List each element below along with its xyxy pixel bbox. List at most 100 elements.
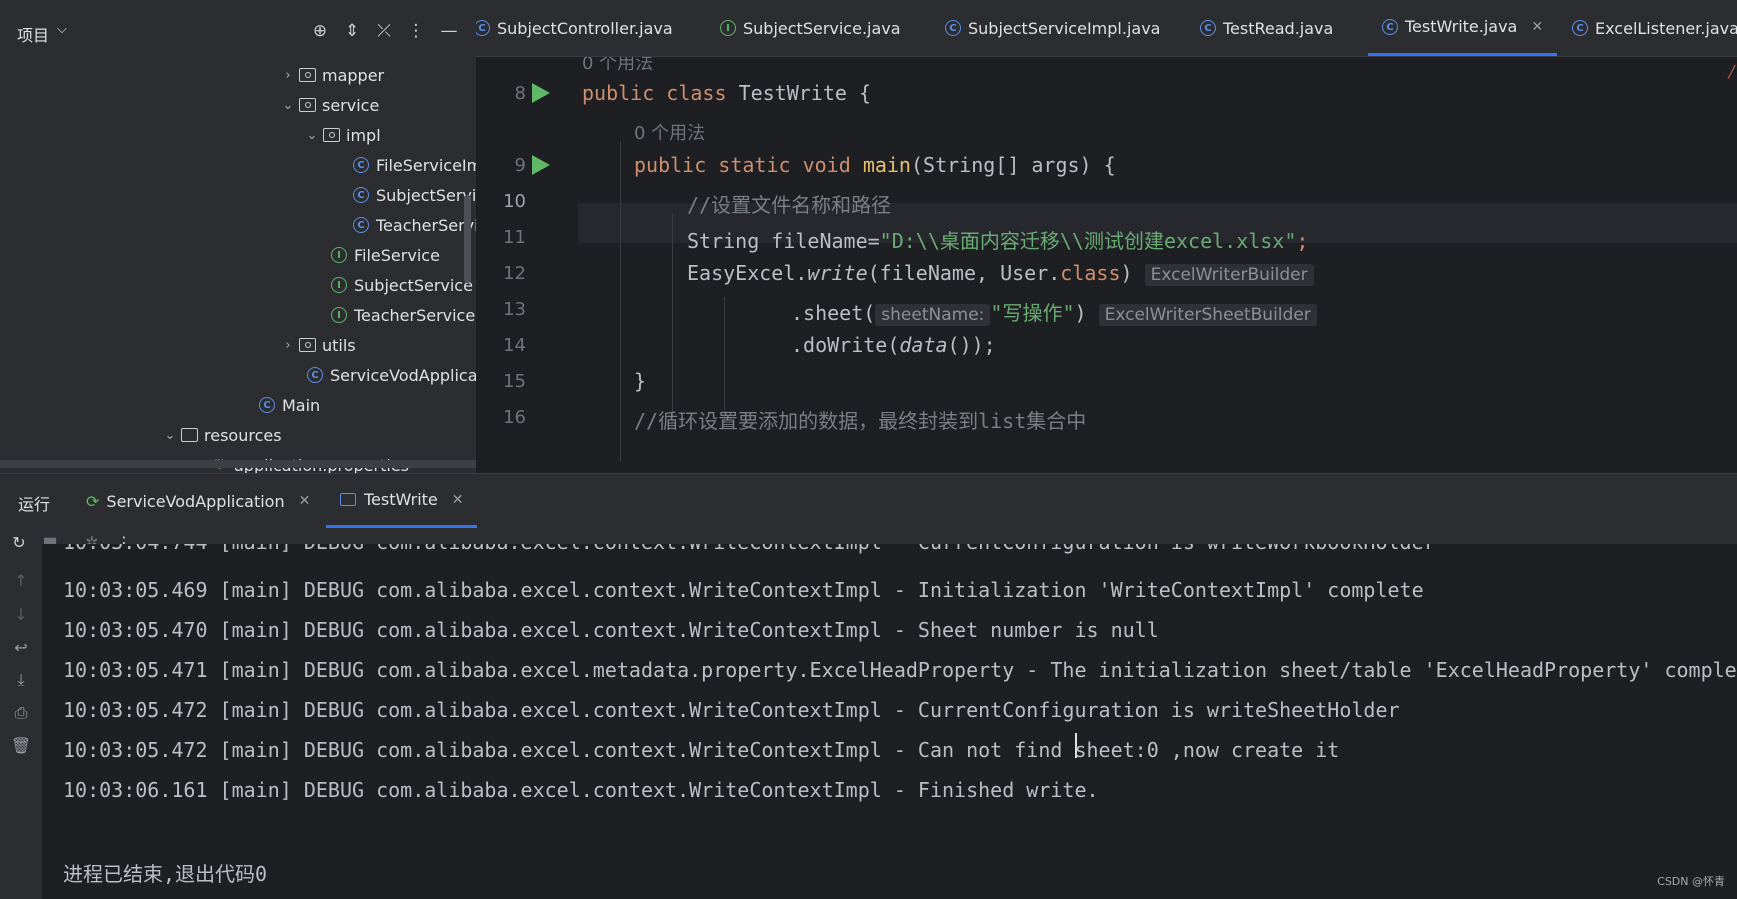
tab-excellistener[interactable]: C ExcelListener.java (1572, 0, 1737, 56)
console-line: 10:03:05.470 [main] DEBUG com.alibaba.ex… (63, 618, 1159, 642)
arrow-up-icon[interactable]: ↑ (8, 568, 34, 594)
class-icon: C (1200, 20, 1216, 36)
class-icon: C (1572, 20, 1588, 36)
chevron-right-icon[interactable]: › (278, 68, 298, 83)
close-icon[interactable]: ✕ (452, 492, 464, 508)
run-gutter-icon[interactable] (532, 83, 550, 103)
warning-marker-icon[interactable]: ╱ (1728, 65, 1736, 79)
vertical-scrollbar[interactable] (464, 195, 471, 283)
tab-label: SubjectService.java (743, 18, 901, 38)
code-line-15[interactable]: } (634, 369, 646, 393)
close-icon[interactable]: ✕ (1531, 19, 1543, 35)
trash-icon[interactable]: 🗑 (8, 733, 34, 759)
code-line-12[interactable]: EasyExcel.write(fileName, User.class) Ex… (687, 261, 1314, 286)
run-tab-label: ServiceVodApplication (106, 491, 285, 511)
code-line-11[interactable]: String fileName="D:\\桌面内容迁移\\测试创建excel.x… (687, 225, 1308, 254)
project-title[interactable]: 项目 (17, 22, 49, 46)
line-number: 11 (503, 227, 526, 248)
line-number: 12 (503, 263, 526, 284)
tab-subjectserviceimpl[interactable]: C SubjectServiceImpl.java (945, 0, 1160, 56)
tree-item-main[interactable]: C Main (258, 391, 320, 419)
tree-item-label: FileServiceIm (376, 155, 476, 175)
tree-item-resources[interactable]: ⌄ resources (160, 421, 282, 449)
code-token: "D:\\桌面内容迁移\\测试创建excel.xlsx" (879, 229, 1297, 253)
tree-item-teacherserviceimpl[interactable]: C TeacherServi (352, 211, 476, 239)
code-token: public (634, 153, 707, 177)
tab-label: SubjectServiceImpl.java (968, 18, 1161, 38)
chevron-down-icon[interactable]: ⌄ (160, 428, 180, 443)
tree-item-label: Main (282, 395, 321, 415)
code-line-9[interactable]: public static void main(String[] args) { (634, 153, 1116, 177)
interface-icon: I (330, 246, 348, 264)
project-panel: 项目 ⌵ ⊕ ⇕ ⤫ ⋮ — › mapper ⌄ service ⌄ impl… (0, 0, 476, 473)
chevron-down-icon[interactable]: ⌄ (302, 128, 322, 143)
type-hint: ExcelWriterSheetBuilder (1098, 304, 1317, 326)
tree-item-fileserviceimpl[interactable]: C FileServiceIm (352, 151, 476, 179)
project-header: 项目 ⌵ ⊕ ⇕ ⤫ ⋮ — (0, 0, 476, 56)
tree-item-label: mapper (322, 65, 385, 85)
print-icon[interactable]: ⎙ (8, 700, 34, 726)
line-number: 10 (503, 191, 526, 212)
tree-item-mapper[interactable]: › mapper (278, 61, 384, 89)
run-tab-servicevodapplication[interactable]: ⟳ ServiceVodApplication ✕ (86, 474, 310, 528)
type-hint: ExcelWriterBuilder (1144, 264, 1314, 286)
tree-item-impl[interactable]: ⌄ impl (302, 121, 381, 149)
rerun-icon[interactable]: ↻ (6, 528, 32, 558)
code-line-13[interactable]: .sheet(sheetName: "写操作") ExcelWriterSheet… (791, 297, 1317, 326)
close-icon[interactable]: ✕ (299, 493, 311, 509)
code-token: static (718, 153, 791, 177)
code-line-8[interactable]: public class TestWrite { (582, 81, 871, 105)
scroll-to-end-icon[interactable]: ⤓ (8, 667, 34, 693)
horizontal-scrollbar[interactable] (0, 460, 476, 468)
folder-icon (180, 426, 198, 444)
code-line-14[interactable]: .doWrite(data()); (791, 333, 996, 357)
class-icon: C (352, 156, 370, 174)
chevron-right-icon[interactable]: › (278, 338, 298, 353)
expand-all-icon[interactable]: ⇕ (339, 18, 365, 44)
arrow-down-icon[interactable]: ↓ (8, 602, 34, 628)
tree-item-teacherservice[interactable]: I TeacherService (330, 301, 475, 329)
console-exit-status: 进程已结束,退出代码0 (63, 862, 268, 886)
console-line: 10:03:06.161 [main] DEBUG com.alibaba.ex… (63, 778, 1099, 802)
code-editor[interactable]: ╱ 0 个用法 8 public class TestWrite { 0 个用法… (476, 57, 1737, 473)
spring-boot-class-icon: C (306, 366, 324, 384)
tree-item-service[interactable]: ⌄ service (278, 91, 380, 119)
locate-icon[interactable]: ⊕ (307, 18, 333, 44)
tree-item-subjectservice[interactable]: I SubjectService (330, 271, 473, 299)
console-icon (340, 493, 356, 506)
tree-item-subjectserviceimpl[interactable]: C SubjectServic (352, 181, 476, 209)
usage-hint[interactable]: 0 个用法 (582, 57, 653, 75)
class-icon: C (258, 396, 276, 414)
run-gutter-icon[interactable] (532, 155, 550, 175)
code-token: class (666, 81, 727, 105)
hide-panel-icon[interactable]: — (436, 18, 462, 44)
tree-item-fileservice[interactable]: I FileService (330, 241, 440, 269)
tree-item-label: TeacherServi (376, 215, 476, 235)
tab-testread[interactable]: C TestRead.java (1200, 0, 1333, 56)
run-tab-testwrite[interactable]: TestWrite ✕ (326, 474, 478, 528)
code-line-10[interactable]: //设置文件名称和路径 (687, 189, 891, 218)
class-icon: C (352, 186, 370, 204)
collapse-all-icon[interactable]: ⤫ (371, 18, 397, 44)
console-output[interactable]: 10:03:04.744 [main] DEBUG com.alibaba.ex… (42, 544, 1737, 899)
tab-subjectcontroller[interactable]: C SubjectController.java (476, 0, 673, 56)
code-token: EasyExcel. (687, 261, 808, 285)
line-number: 9 (514, 155, 526, 176)
chevron-down-icon[interactable]: ⌵ (57, 22, 67, 37)
console-line: 10:03:05.471 [main] DEBUG com.alibaba.ex… (63, 658, 1737, 682)
watermark: CSDN @怀青 (1657, 875, 1725, 888)
class-icon: C (476, 20, 490, 36)
class-icon: C (352, 216, 370, 234)
more-options-icon[interactable]: ⋮ (403, 18, 429, 44)
package-icon (322, 126, 340, 144)
code-line-16[interactable]: //循环设置要添加的数据，最终封装到list集合中 (634, 405, 1086, 434)
tab-subjectservice[interactable]: I SubjectService.java (720, 0, 901, 56)
chevron-down-icon[interactable]: ⌄ (278, 98, 298, 113)
code-token: public (582, 81, 655, 105)
usage-hint[interactable]: 0 个用法 (634, 119, 705, 145)
tree-item-servicevodapplication[interactable]: C ServiceVodApplicat (306, 361, 476, 389)
run-title: 运行 (18, 495, 51, 514)
soft-wrap-icon[interactable]: ↩ (8, 635, 34, 661)
tree-item-utils[interactable]: › utils (278, 331, 355, 359)
tab-testwrite[interactable]: C TestWrite.java ✕ (1368, 0, 1558, 56)
